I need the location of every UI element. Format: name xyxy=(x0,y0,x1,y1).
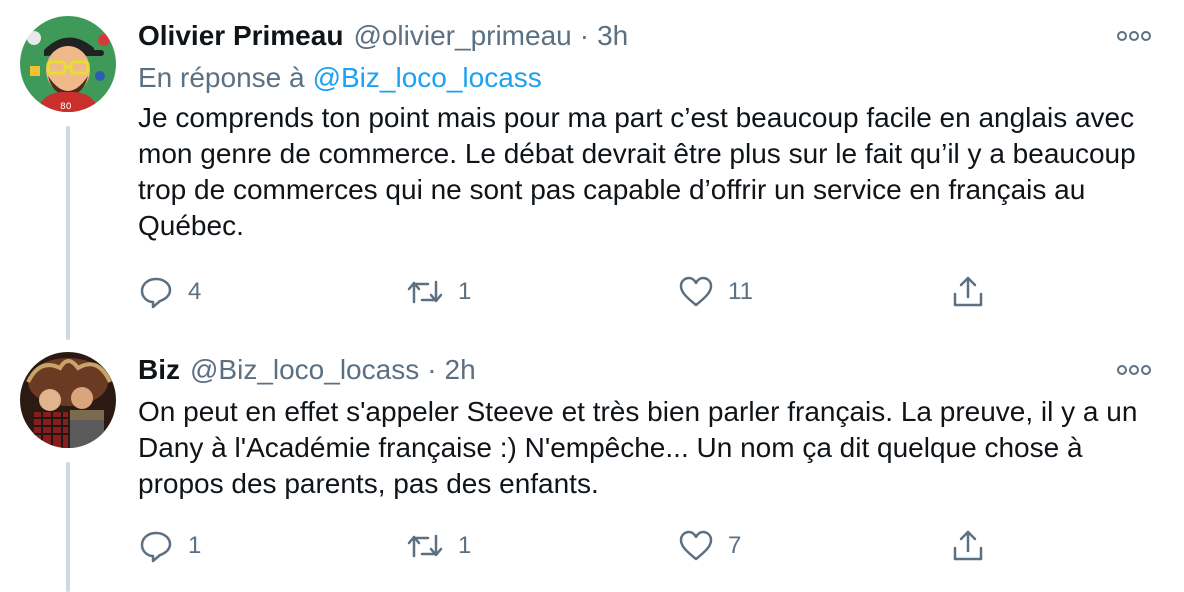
avatar[interactable]: 80 xyxy=(20,16,116,112)
display-name[interactable]: Olivier Primeau xyxy=(138,20,343,52)
action-bar: 4 1 11 xyxy=(138,272,998,312)
reply-mention-link[interactable]: @Biz_loco_locass xyxy=(313,62,542,93)
thread-line-bottom xyxy=(66,462,70,592)
separator-dot: · xyxy=(579,20,590,51)
share-button[interactable] xyxy=(950,526,986,566)
more-options-button[interactable] xyxy=(1114,358,1154,382)
retweet-button[interactable]: 1 xyxy=(406,272,471,312)
timestamp[interactable]: 3h xyxy=(597,20,628,52)
timestamp[interactable]: 2h xyxy=(445,354,476,386)
display-name[interactable]: Biz xyxy=(138,354,180,386)
separator-dot: · xyxy=(427,354,437,385)
heart-icon xyxy=(679,276,713,307)
heart-icon xyxy=(679,530,713,561)
user-handle[interactable]: @olivier_primeau xyxy=(353,20,571,52)
reply-icon xyxy=(140,277,172,309)
share-icon xyxy=(953,530,983,561)
reply-count: 4 xyxy=(188,278,202,305)
reply-button[interactable]: 4 xyxy=(138,272,201,312)
retweet-button[interactable]: 1 xyxy=(406,526,471,566)
tweet-text: On peut en effet s'appeler Steeve et trè… xyxy=(138,396,1138,499)
avatar[interactable] xyxy=(20,352,116,448)
reply-count: 1 xyxy=(188,532,202,559)
thread-line-top xyxy=(66,126,70,340)
reply-icon xyxy=(140,531,172,563)
retweet-icon xyxy=(407,534,443,558)
svg-text:80: 80 xyxy=(60,102,72,112)
reply-button[interactable]: 1 xyxy=(138,526,201,566)
like-count: 7 xyxy=(728,532,742,559)
action-bar: 1 1 7 xyxy=(138,526,998,566)
tweet-header: Biz @Biz_loco_locass · 2h xyxy=(138,350,476,390)
more-options-icon xyxy=(1117,365,1151,375)
like-button[interactable]: 7 xyxy=(678,526,741,566)
like-count: 11 xyxy=(728,278,753,305)
more-options-button[interactable] xyxy=(1114,24,1154,48)
user-handle[interactable]: @Biz_loco_locass xyxy=(190,354,419,386)
reply-prefix: En réponse à xyxy=(138,62,305,93)
like-button[interactable]: 11 xyxy=(678,272,753,312)
retweet-icon xyxy=(407,280,443,304)
more-options-icon xyxy=(1117,31,1151,41)
retweet-count: 1 xyxy=(458,278,472,305)
tweet-text: Je comprends ton point mais pour ma part… xyxy=(138,102,1136,241)
share-button[interactable] xyxy=(950,272,986,312)
share-icon xyxy=(953,276,983,307)
cartoon-avatar-icon: 80 xyxy=(20,16,116,112)
reply-context: En réponse à @Biz_loco_locass xyxy=(138,62,542,94)
tweet-header: Olivier Primeau @olivier_primeau · 3h xyxy=(138,16,628,56)
retweet-count: 1 xyxy=(458,532,472,559)
photo-avatar-icon xyxy=(20,352,116,448)
